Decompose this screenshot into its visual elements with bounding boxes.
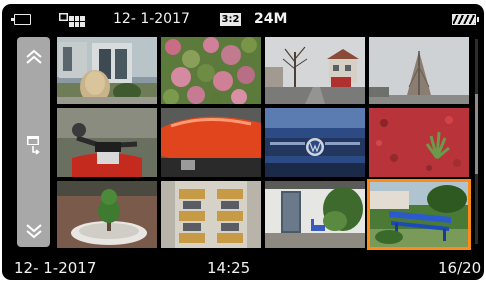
image-size-label: 24M (254, 11, 288, 27)
top-status-bar: 12- 1-2017 3:2 24M (2, 4, 484, 34)
folder-jump-icon[interactable] (26, 135, 42, 155)
bottom-status-bar: 12- 1-2017 14:25 16/20 (2, 256, 484, 278)
aspect-ratio-badge: 3:2 (220, 13, 241, 26)
scrollbar-thumb[interactable] (475, 94, 478, 174)
camera-playback-screen: 12- 1-2017 3:2 24M 12- 1-2017 14:25 16/2… (2, 4, 484, 280)
thumbnail-motorcycle-handlebars[interactable] (57, 108, 157, 177)
thumbnail-street-bare-tree[interactable] (265, 37, 365, 104)
capture-date: 12- 1-2017 (14, 259, 97, 277)
scroll-up-chevron-icon[interactable] (25, 49, 43, 65)
thumbnail-red-motorcycle-tank[interactable] (161, 108, 261, 177)
image-index-view-icon (59, 13, 85, 27)
thumbnail-flowering-shrub[interactable] (161, 37, 261, 104)
image-counter: 16/20 (438, 259, 482, 277)
thumbnail-balcony-building[interactable] (161, 181, 261, 248)
navigation-strip (17, 37, 50, 247)
capture-time: 14:25 (207, 259, 251, 277)
display-mode-icon (11, 14, 31, 25)
thumbnail-house-entrance[interactable] (265, 181, 365, 248)
date-header: 12- 1-2017 (113, 11, 190, 27)
thumbnail-house-facade[interactable] (57, 37, 157, 104)
battery-icon (452, 14, 479, 25)
scroll-down-chevron-icon[interactable] (25, 223, 43, 239)
scrollbar[interactable] (475, 39, 478, 244)
thumbnail-bare-tree-grey-sky[interactable] (369, 37, 469, 104)
thumbnail-topiary-stone-bed[interactable] (57, 181, 157, 248)
thumbnail-blue-volkswagen[interactable] (265, 108, 365, 177)
thumbnail-red-mulch-plant[interactable] (369, 108, 469, 177)
thumbnail-blue-garden-bench[interactable] (367, 179, 471, 250)
